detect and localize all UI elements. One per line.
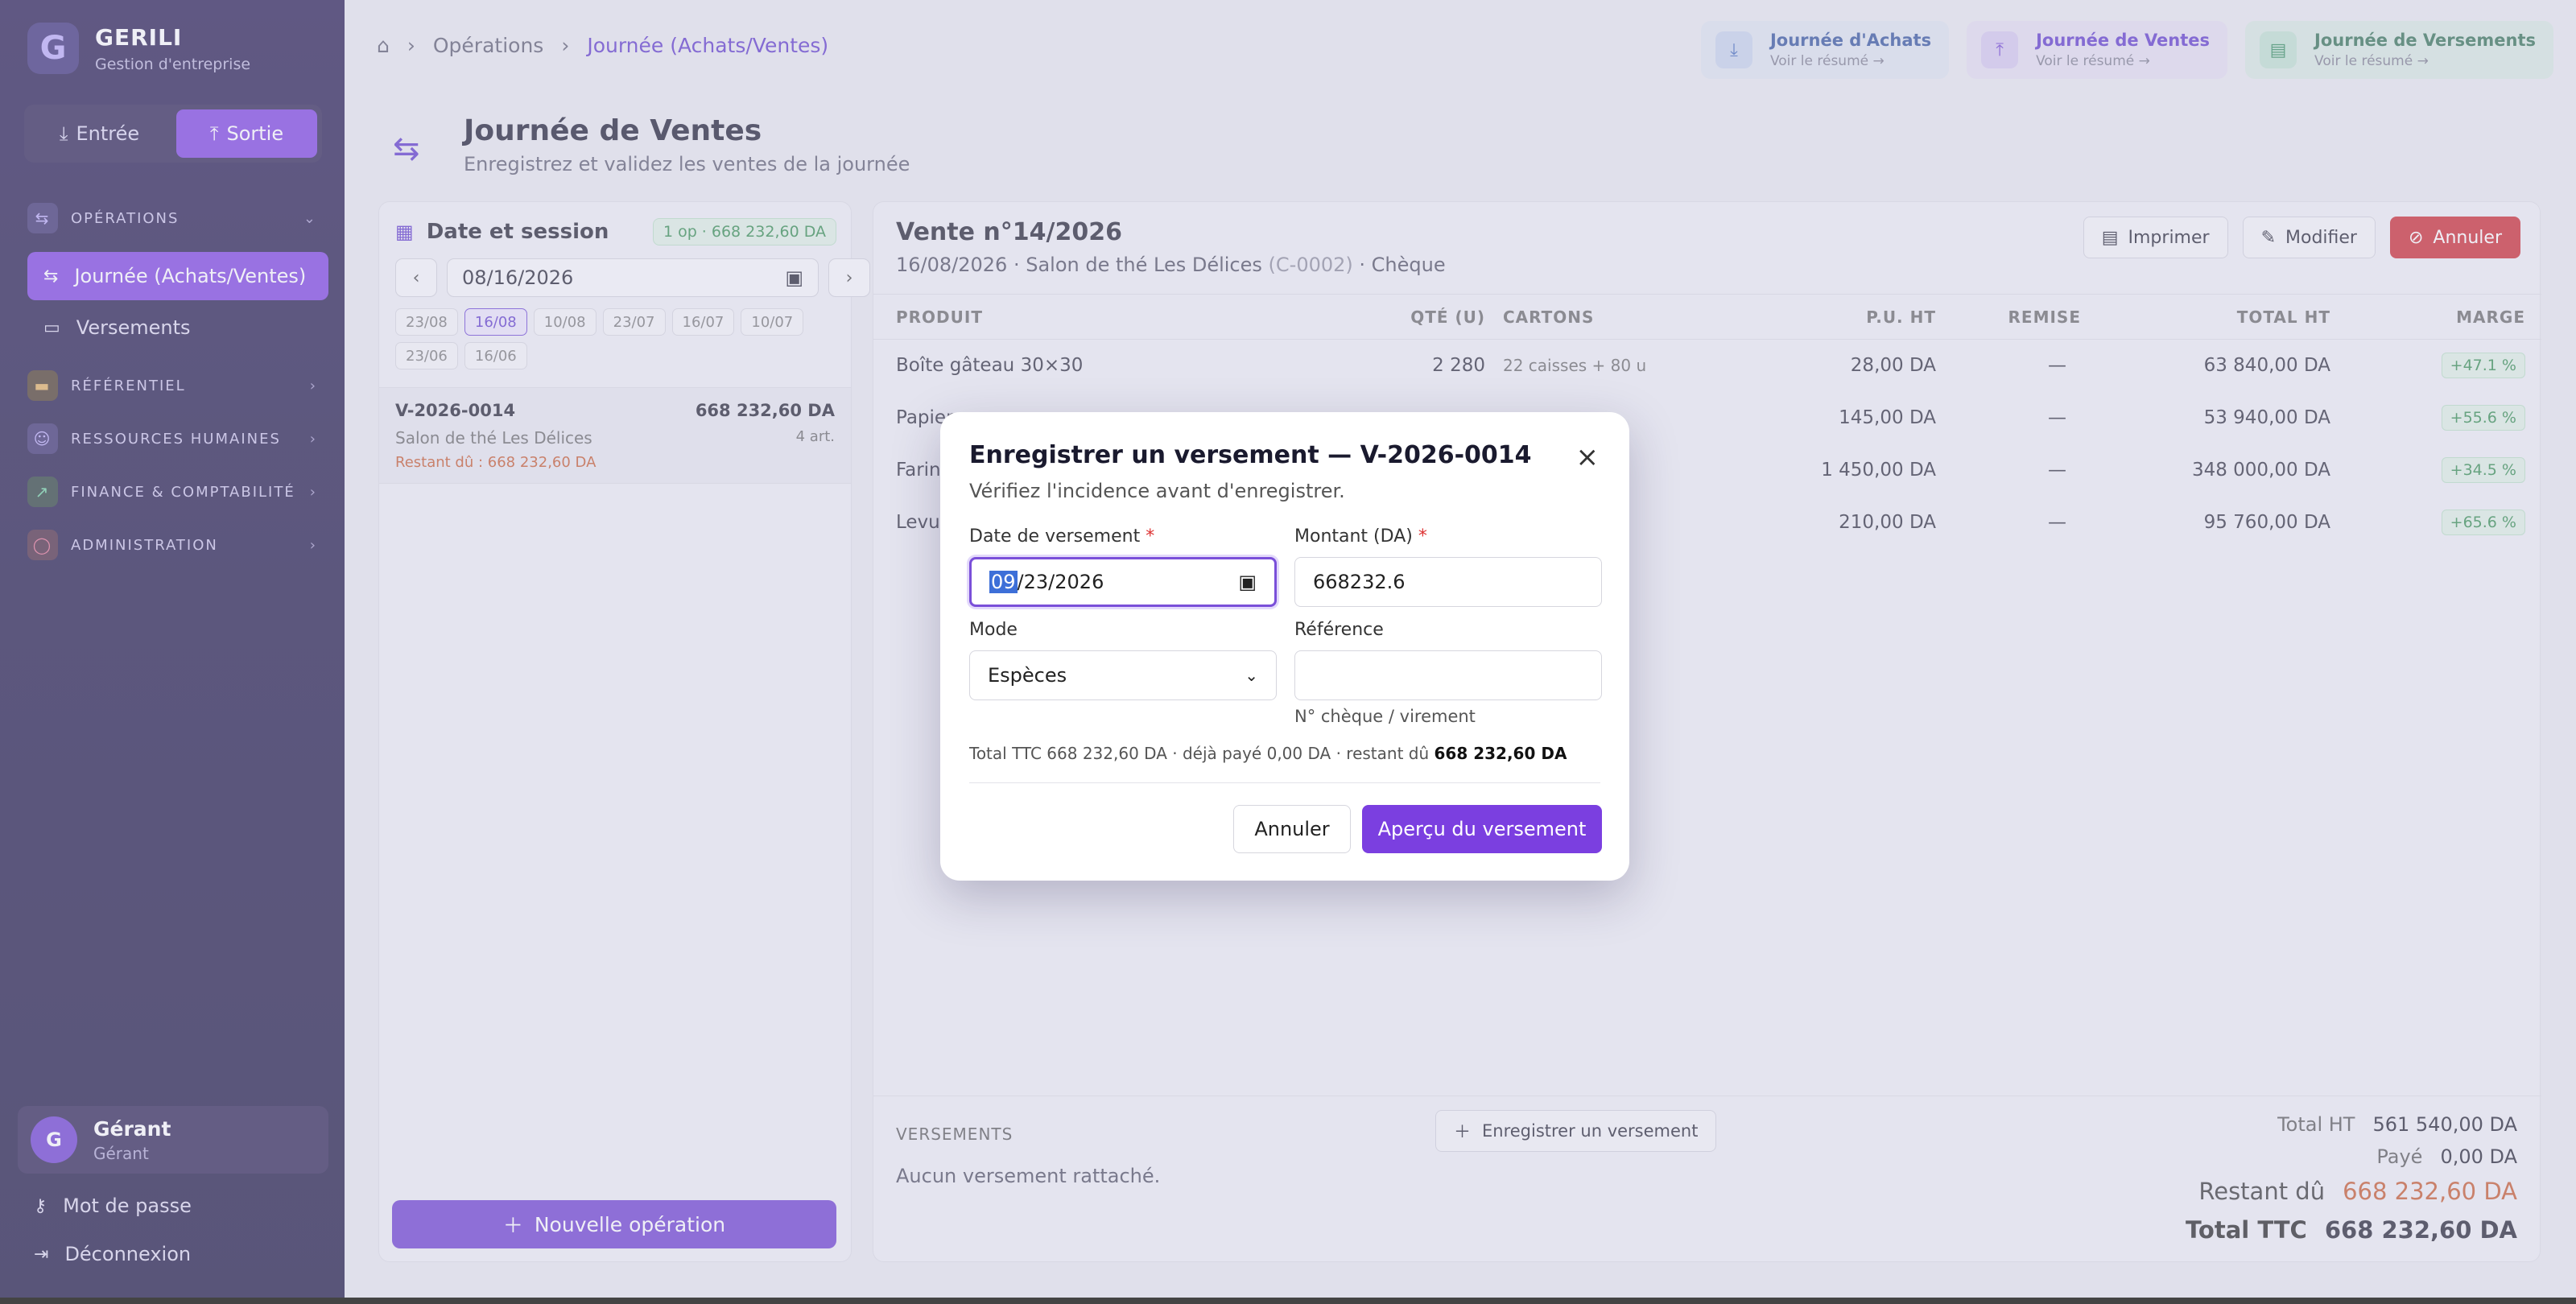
calendar-icon[interactable]: ▣ [1238, 571, 1257, 593]
amount-input[interactable]: 668232.6 [1294, 557, 1602, 607]
payment-summary: Total TTC 668 232,60 DA · déjà payé 0,00… [969, 744, 1567, 763]
dialog-title: Enregistrer un versement — V-2026-0014 [969, 441, 1532, 469]
cancel-button[interactable]: Annuler [1233, 805, 1351, 853]
reference-input[interactable] [1294, 650, 1602, 700]
amount-label: Montant (DA) * [1294, 526, 1427, 547]
divider [969, 782, 1600, 783]
dialog-subtitle: Vérifiez l'incidence avant d'enregistrer… [969, 480, 1345, 502]
preview-versement-button[interactable]: Aperçu du versement [1362, 805, 1602, 853]
close-icon[interactable]: × [1576, 441, 1600, 473]
window-bottom-edge [0, 1298, 2576, 1304]
chevron-down-icon: ⌄ [1245, 666, 1258, 685]
date-label: Date de versement * [969, 526, 1155, 547]
mode-label: Mode [969, 620, 1018, 640]
reference-hint: N° chèque / virement [1294, 707, 1476, 726]
versement-dialog: Enregistrer un versement — V-2026-0014 V… [940, 412, 1629, 881]
mode-select[interactable]: Espèces ⌄ [969, 650, 1277, 700]
reference-label: Référence [1294, 620, 1384, 640]
versement-date-input[interactable]: 09/23/2026 ▣ [969, 557, 1277, 607]
